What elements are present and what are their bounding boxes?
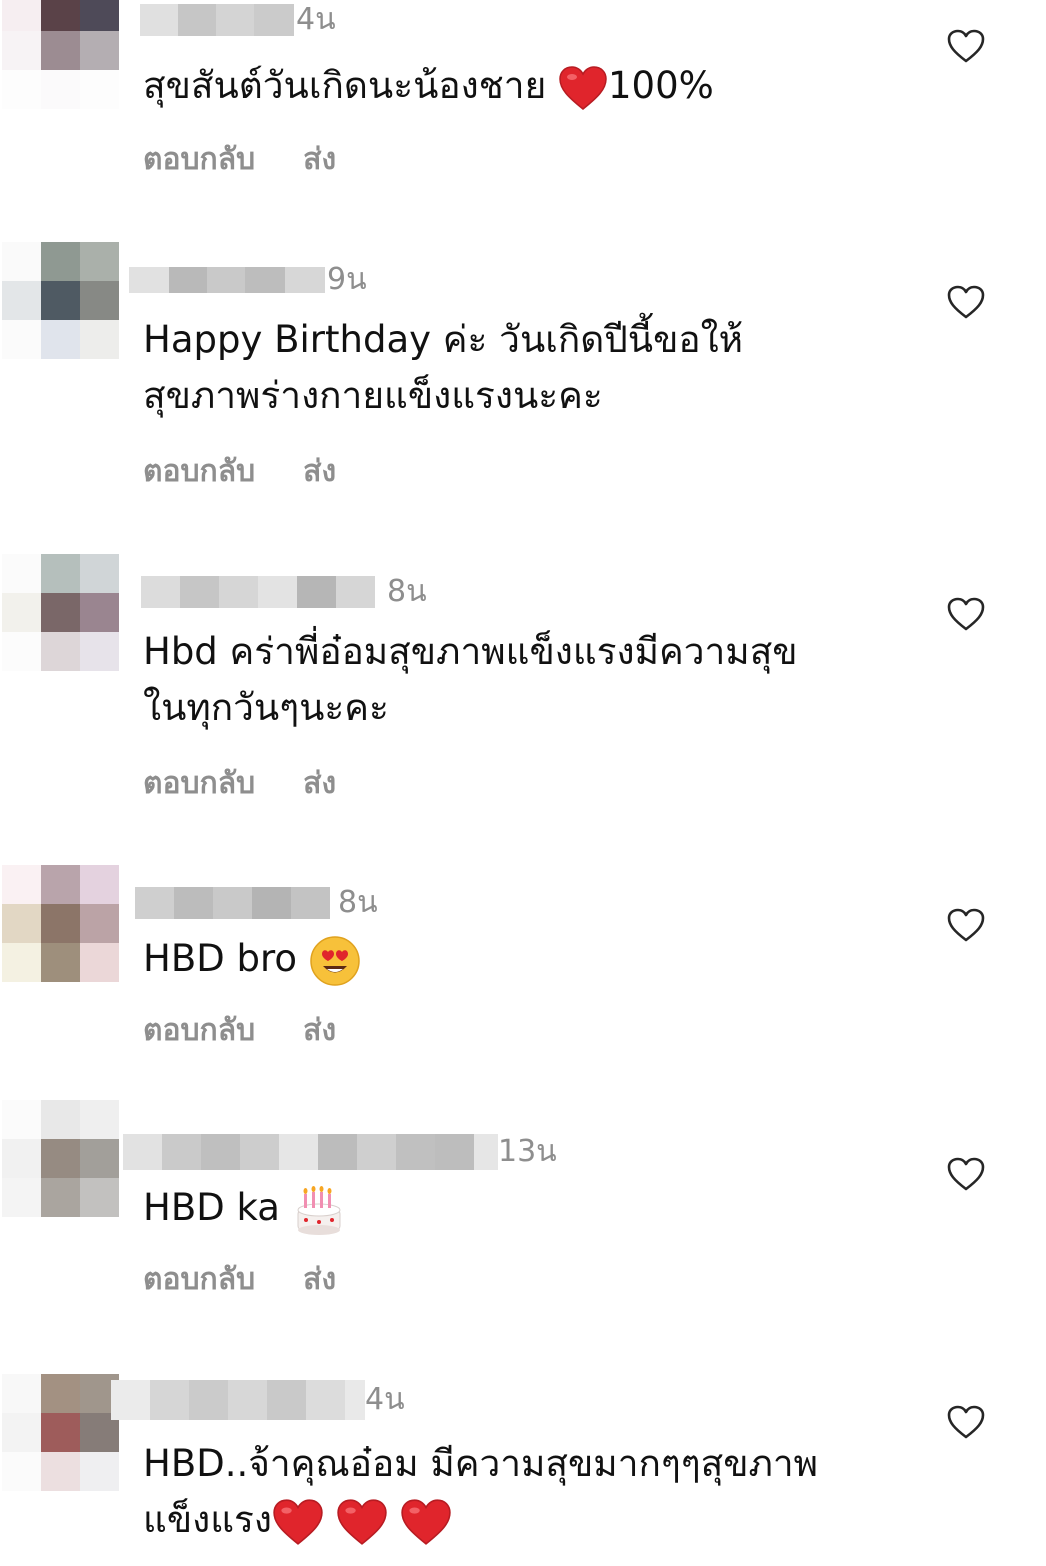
username-blurred[interactable] xyxy=(129,267,325,293)
avatar[interactable] xyxy=(2,1374,119,1491)
comment-actions: ตอบกลับ ส่ง xyxy=(143,1007,336,1054)
send-button[interactable]: ส่ง xyxy=(303,136,336,183)
username-blurred[interactable] xyxy=(135,887,330,919)
reply-button[interactable]: ตอบกลับ xyxy=(143,1256,255,1303)
avatar[interactable] xyxy=(2,1100,119,1217)
birthday-cake-icon xyxy=(297,1185,341,1235)
avatar[interactable] xyxy=(2,865,119,982)
avatar[interactable] xyxy=(2,0,119,109)
like-heart-icon[interactable] xyxy=(946,28,986,64)
comment-actions: ตอบกลับ ส่ง xyxy=(143,136,336,183)
comment-actions: ตอบกลับ ส่ง xyxy=(143,448,336,495)
comment-time: 9น xyxy=(327,262,367,297)
comment-time: 4น xyxy=(365,1382,405,1417)
username-blurred[interactable] xyxy=(140,4,294,36)
like-heart-icon[interactable] xyxy=(946,596,986,632)
comment-text: HBD ka xyxy=(143,1180,903,1236)
comment-meta: 8น xyxy=(135,883,378,923)
red-heart-icon xyxy=(337,1498,387,1545)
send-button[interactable]: ส่ง xyxy=(303,760,336,807)
like-heart-icon[interactable] xyxy=(946,1156,986,1192)
comment-time: 4น xyxy=(296,2,336,37)
comment-text: HBD bro xyxy=(143,931,903,987)
comment-meta: 13น xyxy=(123,1132,557,1172)
comment-meta: 4น xyxy=(111,1380,405,1420)
comment-meta: 9น xyxy=(129,260,367,300)
reply-button[interactable]: ตอบกลับ xyxy=(143,1007,255,1054)
comment-text: Happy Birthday ค่ะ วันเกิดปีนี้ขอให้ สุข… xyxy=(143,318,744,417)
send-button[interactable]: ส่ง xyxy=(303,1256,336,1303)
username-blurred[interactable] xyxy=(123,1134,498,1170)
red-heart-icon xyxy=(400,1498,451,1545)
reply-button[interactable]: ตอบกลับ xyxy=(143,760,255,807)
comment-time: 8น xyxy=(338,885,378,920)
send-button[interactable]: ส่ง xyxy=(303,1007,336,1054)
like-heart-icon[interactable] xyxy=(946,1404,986,1440)
comment-text: สุขสันต์วันเกิดนะน้องชาย 100% xyxy=(143,58,903,114)
reply-button[interactable]: ตอบกลับ xyxy=(143,136,255,183)
avatar[interactable] xyxy=(2,242,119,359)
comment-meta: 8น xyxy=(141,572,427,612)
red-heart-icon xyxy=(273,1498,323,1545)
comment-time: 13น xyxy=(498,1134,557,1169)
heart-eyes-face-icon xyxy=(310,935,360,986)
reply-button[interactable]: ตอบกลับ xyxy=(143,448,255,495)
like-heart-icon[interactable] xyxy=(946,284,986,320)
username-blurred[interactable] xyxy=(141,576,375,608)
avatar[interactable] xyxy=(2,554,119,671)
comment-actions: ตอบกลับ ส่ง xyxy=(143,760,336,807)
comment-text: HBD..จ้าคุณอ๋อม มีความสุขมากๆๆสุขภาพ แข็… xyxy=(143,1436,903,1548)
comment-text: Hbd คร่าพี่อ๋อมสุขภาพแข็งแรงมีความสุข ใน… xyxy=(143,630,798,729)
red-heart-icon xyxy=(559,65,607,110)
comment-meta: 4น xyxy=(140,0,336,40)
username-blurred[interactable] xyxy=(111,1380,365,1420)
comment-actions: ตอบกลับ ส่ง xyxy=(143,1256,336,1303)
send-button[interactable]: ส่ง xyxy=(303,448,336,495)
like-heart-icon[interactable] xyxy=(946,907,986,943)
comment-time: 8น xyxy=(387,574,427,609)
